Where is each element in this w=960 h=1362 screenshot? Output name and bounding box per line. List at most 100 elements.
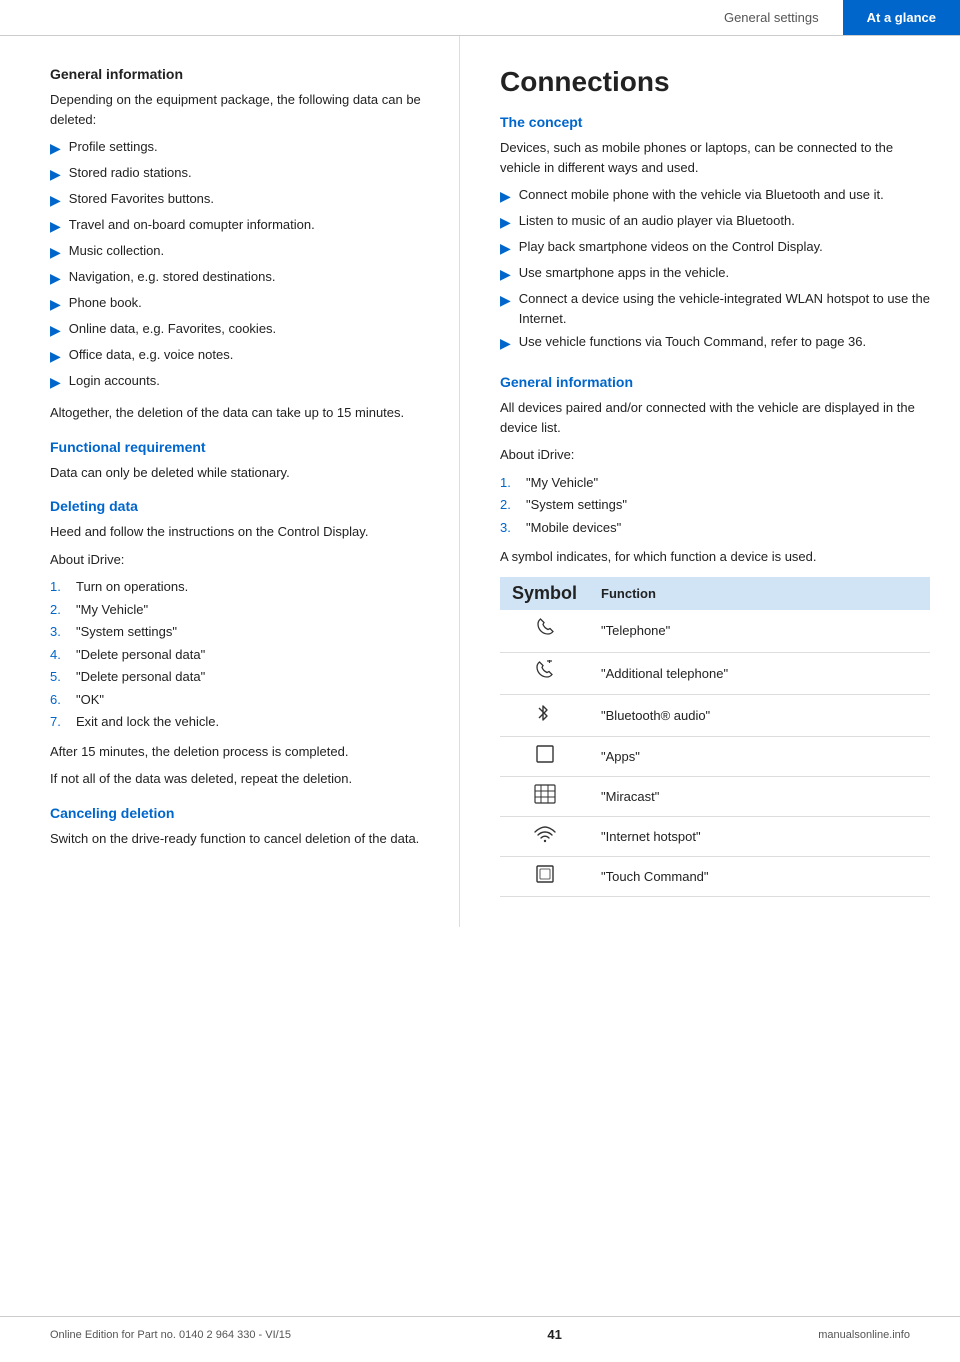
miracast-function-label: "Miracast" <box>589 776 930 816</box>
list-item: ▶Navigation, e.g. stored destinations. <box>50 267 429 289</box>
functional-requirement-title: Functional requirement <box>50 439 429 455</box>
arrow-icon: ▶ <box>500 290 511 311</box>
apps-function-label: "Apps" <box>589 736 930 776</box>
symbol-apps-icon <box>500 736 589 776</box>
bluetooth-audio-function-label: "Bluetooth® audio" <box>589 694 930 736</box>
arrow-icon: ▶ <box>50 216 61 237</box>
deleting-data-section: Deleting data Heed and follow the instru… <box>50 498 429 789</box>
deleting-data-after2: If not all of the data was deleted, repe… <box>50 769 429 789</box>
right-general-info-steps: 1."My Vehicle" 2."System settings" 3."Mo… <box>500 473 930 538</box>
right-column: Connections The concept Devices, such as… <box>460 36 960 927</box>
canceling-deletion-title: Canceling deletion <box>50 805 429 821</box>
list-item: ▶Music collection. <box>50 241 429 263</box>
list-item: 4."Delete personal data" <box>50 645 429 665</box>
left-column: General information Depending on the equ… <box>0 36 460 927</box>
list-item: 2."My Vehicle" <box>50 600 429 620</box>
list-item: ▶Stored radio stations. <box>50 163 429 185</box>
footer-page-number: 41 <box>547 1327 561 1342</box>
list-item: ▶Use smartphone apps in the vehicle. <box>500 263 930 285</box>
telephone-function-label: "Telephone" <box>589 610 930 653</box>
right-general-info-outro: A symbol indicates, for which function a… <box>500 547 930 567</box>
list-item: 2."System settings" <box>500 495 930 515</box>
footer: Online Edition for Part no. 0140 2 964 3… <box>0 1316 960 1342</box>
symbol-internet-hotspot-icon <box>500 816 589 856</box>
right-general-info-title: General information <box>500 374 930 390</box>
list-item: ▶Play back smartphone videos on the Cont… <box>500 237 930 259</box>
connections-heading: Connections <box>500 66 930 98</box>
left-bullet-list: ▶Profile settings. ▶Stored radio station… <box>50 137 429 393</box>
additional-telephone-function-label: "Additional telephone" <box>589 652 930 694</box>
canceling-deletion-text: Switch on the drive-ready function to ca… <box>50 829 429 849</box>
symbol-additional-telephone-icon <box>500 652 589 694</box>
list-item: 3."Mobile devices" <box>500 518 930 538</box>
deleting-data-intro: Heed and follow the instructions on the … <box>50 522 429 542</box>
arrow-icon: ▶ <box>50 372 61 393</box>
touch-command-function-label: "Touch Command" <box>589 856 930 896</box>
arrow-icon: ▶ <box>50 294 61 315</box>
internet-hotspot-function-label: "Internet hotspot" <box>589 816 930 856</box>
content-area: General information Depending on the equ… <box>0 36 960 927</box>
footer-right-text: manualsonline.info <box>818 1329 910 1341</box>
arrow-icon: ▶ <box>50 346 61 367</box>
list-item: ▶Connect mobile phone with the vehicle v… <box>500 185 930 207</box>
list-item: ▶Stored Favorites buttons. <box>50 189 429 211</box>
list-item: ▶Travel and on-board comupter informatio… <box>50 215 429 237</box>
concept-bullet-list: ▶Connect mobile phone with the vehicle v… <box>500 185 930 354</box>
list-item: ▶Profile settings. <box>50 137 429 159</box>
list-item: 5."Delete personal data" <box>50 667 429 687</box>
arrow-icon: ▶ <box>50 164 61 185</box>
footer-left-text: Online Edition for Part no. 0140 2 964 3… <box>50 1329 291 1341</box>
table-row: "Touch Command" <box>500 856 930 896</box>
deleting-data-after1: After 15 minutes, the deletion process i… <box>50 742 429 762</box>
table-row: "Apps" <box>500 736 930 776</box>
table-row: "Telephone" <box>500 610 930 653</box>
the-concept-intro: Devices, such as mobile phones or laptop… <box>500 138 930 177</box>
left-general-info-outro: Altogether, the deletion of the data can… <box>50 403 429 423</box>
nav-item-at-a-glance[interactable]: At a glance <box>843 0 960 35</box>
left-general-info-title: General information <box>50 66 429 82</box>
arrow-icon: ▶ <box>500 186 511 207</box>
list-item: ▶Listen to music of an audio player via … <box>500 211 930 233</box>
arrow-icon: ▶ <box>50 242 61 263</box>
right-general-info-about: About iDrive: <box>500 445 930 465</box>
the-concept-section: The concept Devices, such as mobile phon… <box>500 114 930 354</box>
list-item: ▶Connect a device using the vehicle-inte… <box>500 289 930 328</box>
table-row: "Bluetooth® audio" <box>500 694 930 736</box>
symbol-miracast-icon <box>500 776 589 816</box>
deleting-data-about: About iDrive: <box>50 550 429 570</box>
list-item: 3."System settings" <box>50 622 429 642</box>
arrow-icon: ▶ <box>500 238 511 259</box>
top-nav: General settings At a glance <box>0 0 960 36</box>
nav-item-general-settings[interactable]: General settings <box>700 0 843 35</box>
table-row: "Miracast" <box>500 776 930 816</box>
arrow-icon: ▶ <box>500 333 511 354</box>
right-general-info-intro: All devices paired and/or connected with… <box>500 398 930 437</box>
symbol-touch-command-icon <box>500 856 589 896</box>
list-item: 6."OK" <box>50 690 429 710</box>
symbol-col-header: Symbol <box>500 577 589 610</box>
left-general-info-intro: Depending on the equipment package, the … <box>50 90 429 129</box>
list-item: ▶Login accounts. <box>50 371 429 393</box>
symbol-table: Symbol Function "Telephone" <box>500 577 930 897</box>
symbol-telephone-icon <box>500 610 589 653</box>
arrow-icon: ▶ <box>50 320 61 341</box>
arrow-icon: ▶ <box>500 212 511 233</box>
table-row: "Additional telephone" <box>500 652 930 694</box>
arrow-icon: ▶ <box>50 138 61 159</box>
canceling-deletion-section: Canceling deletion Switch on the drive-r… <box>50 805 429 849</box>
right-general-info-section: General information All devices paired a… <box>500 374 930 567</box>
arrow-icon: ▶ <box>500 264 511 285</box>
left-general-info-section: General information Depending on the equ… <box>50 66 429 423</box>
functional-requirement-section: Functional requirement Data can only be … <box>50 439 429 483</box>
function-col-header: Function <box>589 577 930 610</box>
deleting-data-title: Deleting data <box>50 498 429 514</box>
list-item: 1.Turn on operations. <box>50 577 429 597</box>
list-item: 7.Exit and lock the vehicle. <box>50 712 429 732</box>
list-item: ▶Office data, e.g. voice notes. <box>50 345 429 367</box>
list-item: ▶Online data, e.g. Favorites, cookies. <box>50 319 429 341</box>
arrow-icon: ▶ <box>50 268 61 289</box>
deleting-data-steps: 1.Turn on operations. 2."My Vehicle" 3."… <box>50 577 429 732</box>
list-item: ▶Use vehicle functions via Touch Command… <box>500 332 930 354</box>
functional-requirement-text: Data can only be deleted while stationar… <box>50 463 429 483</box>
table-row: "Internet hotspot" <box>500 816 930 856</box>
